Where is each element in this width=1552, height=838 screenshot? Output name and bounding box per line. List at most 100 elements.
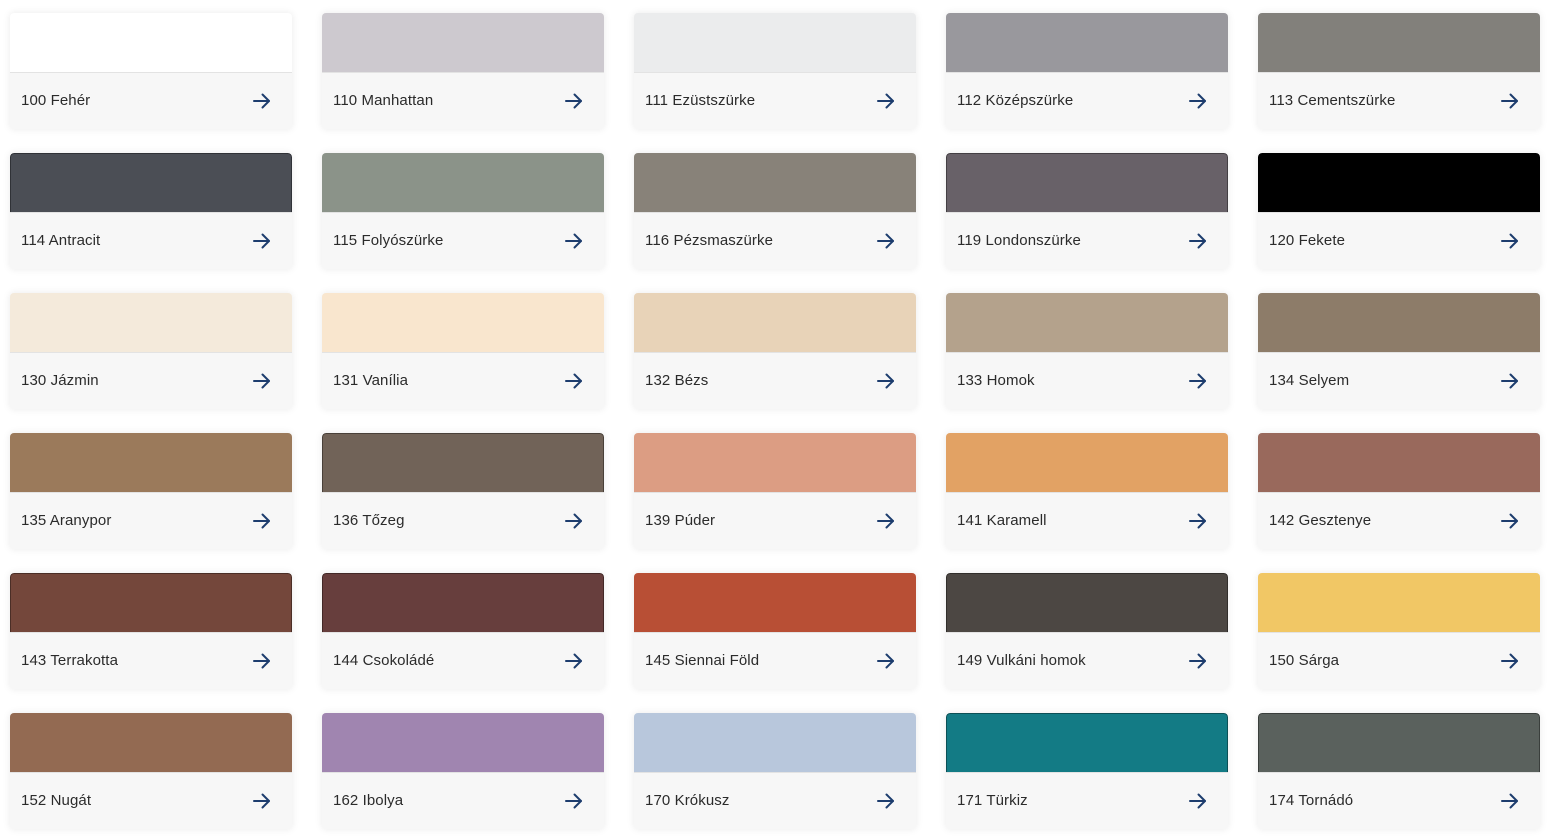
color-card-25[interactable]: 150 Sárga xyxy=(1258,573,1540,689)
color-name: 171 Türkiz xyxy=(957,792,1028,809)
color-name: 132 Bézs xyxy=(645,372,709,389)
color-card-27[interactable]: 162 Ibolya xyxy=(322,713,604,829)
color-label-row: 171 Türkiz xyxy=(946,772,1228,829)
color-label-row: 149 Vulkáni homok xyxy=(946,632,1228,689)
color-card-24[interactable]: 149 Vulkáni homok xyxy=(946,573,1228,689)
color-swatch xyxy=(634,293,916,352)
color-card-15[interactable]: 134 Selyem xyxy=(1258,293,1540,409)
color-label-row: 116 Pézsmaszürke xyxy=(634,212,916,269)
color-label-row: 120 Fekete xyxy=(1258,212,1540,269)
arrow-right-icon[interactable] xyxy=(563,652,585,670)
arrow-right-icon[interactable] xyxy=(1499,792,1521,810)
color-card-19[interactable]: 141 Karamell xyxy=(946,433,1228,549)
arrow-right-icon[interactable] xyxy=(251,792,273,810)
color-card-23[interactable]: 145 Siennai Föld xyxy=(634,573,916,689)
arrow-right-icon[interactable] xyxy=(875,792,897,810)
color-swatch xyxy=(322,573,604,632)
color-card-30[interactable]: 174 Tornádó xyxy=(1258,713,1540,829)
color-card-8[interactable]: 116 Pézsmaszürke xyxy=(634,153,916,269)
arrow-right-icon[interactable] xyxy=(1187,92,1209,110)
color-card-7[interactable]: 115 Folyószürke xyxy=(322,153,604,269)
color-label-row: 115 Folyószürke xyxy=(322,212,604,269)
arrow-right-icon[interactable] xyxy=(875,92,897,110)
color-card-14[interactable]: 133 Homok xyxy=(946,293,1228,409)
color-swatch xyxy=(946,153,1228,212)
color-card-4[interactable]: 112 Középszürke xyxy=(946,13,1228,129)
color-card-29[interactable]: 171 Türkiz xyxy=(946,713,1228,829)
color-label-row: 114 Antracit xyxy=(10,212,292,269)
arrow-right-icon[interactable] xyxy=(563,512,585,530)
arrow-right-icon[interactable] xyxy=(1187,652,1209,670)
arrow-right-icon[interactable] xyxy=(251,652,273,670)
color-card-1[interactable]: 100 Fehér xyxy=(10,13,292,129)
color-card-28[interactable]: 170 Krókusz xyxy=(634,713,916,829)
arrow-right-icon[interactable] xyxy=(251,92,273,110)
color-name: 114 Antracit xyxy=(21,232,101,249)
arrow-right-icon[interactable] xyxy=(563,232,585,250)
color-name: 145 Siennai Föld xyxy=(645,652,760,669)
arrow-right-icon[interactable] xyxy=(1187,792,1209,810)
arrow-right-icon[interactable] xyxy=(875,512,897,530)
arrow-right-icon[interactable] xyxy=(1499,232,1521,250)
color-card-10[interactable]: 120 Fekete xyxy=(1258,153,1540,269)
color-card-20[interactable]: 142 Gesztenye xyxy=(1258,433,1540,549)
color-swatch xyxy=(1258,573,1540,632)
arrow-right-icon[interactable] xyxy=(251,372,273,390)
arrow-right-icon[interactable] xyxy=(1187,372,1209,390)
arrow-right-icon[interactable] xyxy=(875,652,897,670)
color-card-11[interactable]: 130 Jázmin xyxy=(10,293,292,409)
color-swatch xyxy=(10,13,292,72)
color-swatch xyxy=(322,433,604,492)
arrow-right-icon[interactable] xyxy=(251,232,273,250)
color-name: 113 Cementszürke xyxy=(1269,92,1396,109)
color-swatch xyxy=(946,13,1228,72)
color-name: 141 Karamell xyxy=(957,512,1047,529)
color-label-row: 112 Középszürke xyxy=(946,72,1228,129)
color-label-row: 136 Tőzeg xyxy=(322,492,604,549)
color-label-row: 113 Cementszürke xyxy=(1258,72,1540,129)
color-swatch xyxy=(10,713,292,772)
arrow-right-icon[interactable] xyxy=(1499,92,1521,110)
color-swatch xyxy=(634,713,916,772)
arrow-right-icon[interactable] xyxy=(563,792,585,810)
arrow-right-icon[interactable] xyxy=(251,512,273,530)
color-card-2[interactable]: 110 Manhattan xyxy=(322,13,604,129)
color-card-3[interactable]: 111 Ezüstszürke xyxy=(634,13,916,129)
color-card-16[interactable]: 135 Aranypor xyxy=(10,433,292,549)
color-card-17[interactable]: 136 Tőzeg xyxy=(322,433,604,549)
arrow-right-icon[interactable] xyxy=(563,92,585,110)
color-name: 100 Fehér xyxy=(21,92,91,109)
color-name: 115 Folyószürke xyxy=(333,232,444,249)
color-card-18[interactable]: 139 Púder xyxy=(634,433,916,549)
color-card-12[interactable]: 131 Vanília xyxy=(322,293,604,409)
color-card-5[interactable]: 113 Cementszürke xyxy=(1258,13,1540,129)
arrow-right-icon[interactable] xyxy=(1187,512,1209,530)
color-card-21[interactable]: 143 Terrakotta xyxy=(10,573,292,689)
color-card-6[interactable]: 114 Antracit xyxy=(10,153,292,269)
arrow-right-icon[interactable] xyxy=(875,232,897,250)
arrow-right-icon[interactable] xyxy=(1187,232,1209,250)
arrow-right-icon[interactable] xyxy=(1499,652,1521,670)
color-label-row: 133 Homok xyxy=(946,352,1228,409)
arrow-right-icon[interactable] xyxy=(1499,372,1521,390)
color-card-13[interactable]: 132 Bézs xyxy=(634,293,916,409)
color-label-row: 119 Londonszürke xyxy=(946,212,1228,269)
color-card-26[interactable]: 152 Nugát xyxy=(10,713,292,829)
color-label-row: 141 Karamell xyxy=(946,492,1228,549)
color-label-row: 143 Terrakotta xyxy=(10,632,292,689)
color-card-9[interactable]: 119 Londonszürke xyxy=(946,153,1228,269)
color-swatch xyxy=(10,573,292,632)
color-name: 110 Manhattan xyxy=(333,92,434,109)
color-name: 111 Ezüstszürke xyxy=(645,92,756,109)
arrow-right-icon[interactable] xyxy=(875,372,897,390)
arrow-right-icon[interactable] xyxy=(563,372,585,390)
color-label-row: 142 Gesztenye xyxy=(1258,492,1540,549)
color-label-row: 132 Bézs xyxy=(634,352,916,409)
color-label-row: 111 Ezüstszürke xyxy=(634,72,916,129)
arrow-right-icon[interactable] xyxy=(1499,512,1521,530)
color-label-row: 150 Sárga xyxy=(1258,632,1540,689)
color-swatch xyxy=(1258,13,1540,72)
color-name: 150 Sárga xyxy=(1269,652,1340,669)
color-card-22[interactable]: 144 Csokoládé xyxy=(322,573,604,689)
color-swatch-grid: 100 Fehér 110 Manhattan 111 Ezüstszürke xyxy=(0,0,1552,838)
